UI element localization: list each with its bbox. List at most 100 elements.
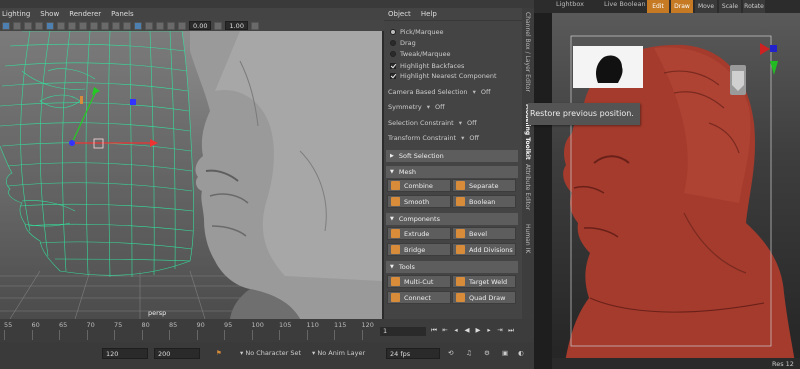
antialias-icon[interactable] (123, 21, 131, 30)
anim-prefs-icon[interactable]: ⚙ (484, 349, 490, 357)
radio-drag[interactable]: Drag (390, 39, 416, 47)
gamma-field[interactable]: 1.00 (225, 21, 248, 30)
checkbox-highlight-nearest[interactable]: Highlight Nearest Component (390, 72, 497, 80)
extrude-button[interactable]: Extrude (387, 227, 451, 240)
option-label: Symmetry (388, 103, 422, 111)
dropdown-arrow-icon[interactable]: ▾ (461, 134, 464, 142)
loop-icon[interactable]: ⟲ (448, 349, 453, 357)
menu-help[interactable]: Help (421, 10, 437, 18)
menu-renderer[interactable]: Renderer (69, 10, 101, 18)
edit-button[interactable]: Edit (647, 0, 669, 13)
option-camera-based-selection[interactable]: Camera Based Selection ▾ Off (388, 86, 516, 98)
image-plane-icon[interactable] (24, 21, 32, 30)
separate-button[interactable]: Separate (452, 179, 516, 192)
shadows-icon[interactable] (90, 21, 98, 30)
radio-tweak-marquee[interactable]: Tweak/Marquee (390, 50, 451, 58)
xray-joints-icon[interactable] (156, 21, 164, 30)
tab-lightbox[interactable]: Lightbox (556, 0, 584, 8)
step-forward-key-icon[interactable]: ⇥ (496, 326, 504, 335)
xray-components-icon[interactable] (167, 21, 175, 30)
select-camera-icon[interactable] (2, 21, 10, 30)
gamma-icon[interactable] (214, 21, 223, 30)
tab-human-ik[interactable]: Human IK (524, 224, 531, 253)
menu-panels[interactable]: Panels (111, 10, 134, 18)
mesh-section-header[interactable]: ▼ Mesh (386, 166, 518, 178)
grid-icon[interactable] (35, 21, 43, 30)
resolution-label: Res 12 (772, 360, 794, 368)
xray-icon[interactable] (145, 21, 153, 30)
tools-section-header[interactable]: ▼ Tools (386, 261, 518, 273)
current-frame-field[interactable]: 1 (380, 327, 426, 336)
top-strip (0, 0, 540, 8)
go-to-end-icon[interactable]: ⏭ (507, 326, 515, 335)
scale-button[interactable]: Scale (719, 0, 741, 13)
playback-end-field[interactable]: 120 (102, 348, 148, 359)
move-button[interactable]: Move (695, 0, 717, 13)
combine-button[interactable]: Combine (387, 179, 451, 192)
radio-pick-marquee[interactable]: Pick/Marquee (390, 28, 444, 36)
wireframe-icon[interactable] (46, 21, 54, 30)
multi-cut-button[interactable]: Multi-Cut (387, 275, 451, 288)
step-forward-frame-icon[interactable]: ▸ (485, 326, 493, 335)
checkbox[interactable] (390, 63, 396, 69)
checkbox-highlight-backfaces[interactable]: Highlight Backfaces (390, 62, 464, 70)
step-back-frame-icon[interactable]: ◂ (452, 326, 460, 335)
time-slider[interactable]: 55 60 65 70 75 80 85 90 95 100 105 110 115 120 (0, 319, 380, 342)
menu-show[interactable]: Show (40, 10, 59, 18)
smooth-button[interactable]: Smooth (387, 195, 451, 208)
color-management-icon[interactable] (250, 21, 259, 30)
expand-arrow-icon: ▶ (390, 153, 394, 159)
settings-icon[interactable]: ◐ (518, 349, 524, 357)
menu-lighting[interactable]: Lighting (2, 10, 30, 18)
components-section-header[interactable]: ▼ Components (386, 213, 518, 225)
bookmark-icon[interactable] (13, 21, 21, 30)
connect-button[interactable]: Connect (387, 291, 451, 304)
perspective-viewport[interactable]: persp (0, 31, 382, 319)
bridge-button[interactable]: Bridge (387, 243, 451, 256)
anim-layer-dropdown[interactable]: ▾ No Anim Layer (312, 349, 365, 357)
script-editor-icon[interactable]: ▣ (502, 349, 508, 357)
motion-blur-icon[interactable] (112, 21, 120, 30)
draw-button[interactable]: Draw (671, 0, 693, 13)
boolean-button[interactable]: Boolean (452, 195, 516, 208)
soft-selection-header[interactable]: ▶ Soft Selection (386, 150, 518, 162)
zbrush-canvas[interactable] (534, 13, 800, 369)
silhouette-thumbnail[interactable] (573, 46, 643, 88)
rotate-button[interactable]: Rotate (743, 0, 765, 13)
auto-key-icon[interactable]: ⚑ (216, 349, 222, 357)
tab-live-boolean[interactable]: Live Boolean (604, 0, 646, 8)
dropdown-arrow-icon[interactable]: ▾ (459, 119, 462, 127)
tab-attribute-editor[interactable]: Attribute Editor (524, 164, 531, 210)
fps-dropdown[interactable]: 24 fps (386, 348, 440, 359)
radio-button[interactable] (390, 51, 396, 57)
checkbox[interactable] (390, 73, 396, 79)
tab-channel-box[interactable]: Channel Box / Layer Editor (524, 12, 531, 92)
lights-icon[interactable] (79, 21, 87, 30)
step-back-key-icon[interactable]: ⇤ (441, 326, 449, 335)
exposure-icon[interactable] (178, 21, 186, 30)
isolate-select-icon[interactable] (134, 21, 142, 30)
target-weld-button[interactable]: Target Weld (452, 275, 516, 288)
ambient-occlusion-icon[interactable] (101, 21, 109, 30)
smooth-shade-icon[interactable] (57, 21, 65, 30)
bevel-icon (456, 229, 465, 238)
play-forward-icon[interactable]: ▶ (474, 326, 482, 335)
option-selection-constraint[interactable]: Selection Constraint ▾ Off (388, 117, 516, 129)
add-divisions-button[interactable]: Add Divisions (452, 243, 516, 256)
character-set-dropdown[interactable]: ▾ No Character Set (240, 349, 301, 357)
menu-object[interactable]: Object (388, 10, 411, 18)
option-symmetry[interactable]: Symmetry ▾ Off (388, 101, 516, 113)
exposure-field[interactable]: 0.00 (189, 21, 212, 30)
quad-draw-button[interactable]: Quad Draw (452, 291, 516, 304)
textured-icon[interactable] (68, 21, 76, 30)
option-transform-constraint[interactable]: Transform Constraint ▾ Off (388, 132, 516, 144)
sound-icon[interactable]: ♫ (466, 349, 472, 357)
animation-end-field[interactable]: 200 (154, 348, 200, 359)
dropdown-arrow-icon[interactable]: ▾ (427, 103, 430, 111)
radio-button[interactable] (390, 29, 396, 35)
dropdown-arrow-icon[interactable]: ▾ (473, 88, 476, 96)
go-to-start-icon[interactable]: ⏮ (430, 326, 438, 335)
play-backward-icon[interactable]: ◀ (463, 326, 471, 335)
bevel-button[interactable]: Bevel (452, 227, 516, 240)
radio-button[interactable] (390, 40, 396, 46)
